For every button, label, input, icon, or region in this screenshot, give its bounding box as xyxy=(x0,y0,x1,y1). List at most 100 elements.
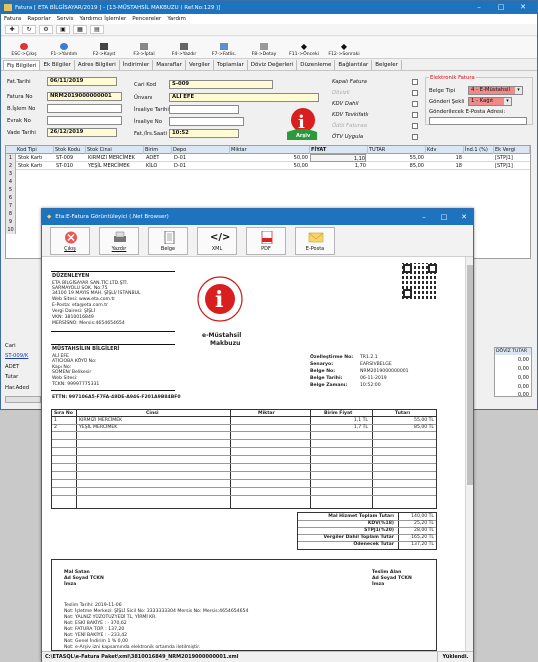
toolbar-help-button[interactable]: F1->Yardım xyxy=(44,37,84,59)
toolbar-save-button[interactable]: F2->Kayıt xyxy=(84,37,124,59)
close-icon[interactable]: ✕ xyxy=(456,211,472,224)
col-ind1[interactable]: İnd.1 (%) xyxy=(464,146,494,154)
menu-raporlar[interactable]: Raporlar xyxy=(27,16,50,22)
evrak-no-field[interactable] xyxy=(47,116,122,125)
scrollbar-thumb[interactable] xyxy=(467,265,473,485)
viewer-xml-button[interactable]: </> XML xyxy=(197,227,237,255)
row-number: 9 xyxy=(6,218,16,226)
menu-fatura[interactable]: Fatura xyxy=(4,16,21,22)
col-fiyat[interactable]: FİYAT xyxy=(310,146,368,154)
cari-label: Cari xyxy=(5,343,16,349)
meta-table: Özelleştirme No: TR1.2.1 Senaryo: EARSIVBE… xyxy=(310,355,409,388)
viewer-email-button[interactable]: E-Posta xyxy=(295,227,335,255)
maximize-icon[interactable]: □ xyxy=(436,211,452,224)
col-tutar[interactable]: TUTAR xyxy=(368,146,426,154)
buyer-line: SOMEN/ Belikesir xyxy=(52,370,92,375)
check-kapali-fatura[interactable] xyxy=(412,79,418,85)
quick-refresh-icon[interactable]: ↻ xyxy=(22,25,36,34)
quick-save-icon[interactable]: ▣ xyxy=(56,25,70,34)
table-row[interactable]: 1 Stok Kartı ST-009 KIRMIZI MERCİMEK ADE… xyxy=(6,154,530,162)
efatura-viewer-window: ◆ Eta:E-Fatura Görüntüleyici (.Net Brows… xyxy=(41,208,474,662)
maximize-icon[interactable]: □ xyxy=(493,1,509,14)
col-ek-vergi[interactable]: Ek Vergi xyxy=(494,146,530,154)
menu-yardimci[interactable]: Yardımcı İşlemler xyxy=(79,16,126,22)
toolbar-prev-button[interactable]: ◆ F11->Önceki xyxy=(284,37,324,59)
viewer-exit-button[interactable]: Çıkış xyxy=(50,227,90,255)
eposta-field[interactable] xyxy=(429,117,527,125)
viewer-belge-button[interactable]: Belge xyxy=(148,227,188,255)
tab-belgeler[interactable]: Belgeler xyxy=(372,60,402,70)
tab-adres-bilgileri[interactable]: Adres Bilgileri xyxy=(75,60,120,70)
tab-indirimler[interactable]: İndirimler xyxy=(120,60,154,70)
toolbar-cancel-button[interactable]: F3->İptal xyxy=(124,37,164,59)
viewer-print-button[interactable]: Yazdır xyxy=(99,227,139,255)
col-stok-cinsi[interactable]: Stok Cinsi xyxy=(86,146,144,154)
toolbar-print-button[interactable]: F4->Yazdır xyxy=(164,37,204,59)
tab-fis-bilgileri[interactable]: Fiş Bilgileri xyxy=(3,60,41,70)
check-dovizli[interactable] xyxy=(412,90,418,96)
quick-new-icon[interactable]: ✚ xyxy=(5,25,19,34)
menu-pencereler[interactable]: Pencereler xyxy=(132,16,161,22)
col-kod-tipi[interactable]: Kod Tipi xyxy=(16,146,54,154)
document-icon xyxy=(161,230,177,245)
toolbar-next-button[interactable]: ◆ F12->Sonraki xyxy=(324,37,364,59)
check-kdv-tevkifatli[interactable] xyxy=(412,112,418,118)
irsaliye-no-field[interactable] xyxy=(169,117,244,126)
tab-masraflar[interactable]: Masraflar xyxy=(153,60,186,70)
menu-yardim[interactable]: Yardım xyxy=(167,16,186,22)
th-birim-fiyat: Birim Fiyat xyxy=(324,411,353,416)
tab-vergiler[interactable]: Vergiler xyxy=(186,60,215,70)
minimize-icon[interactable]: – xyxy=(416,211,432,224)
doviz-totals-panel: DÖVİZ TUTAR 0,00 0,00 0,00 0,00 0,00 xyxy=(494,347,532,398)
unvani-field[interactable]: ALİ EFE xyxy=(169,93,319,102)
main-toolbar: ESC->Çıkış F1->Yardım F2->Kayıt F3->İpta… xyxy=(1,37,537,59)
viewer-toolbar: Çıkış Yazdır Belge </> XML PDF E-Posta xyxy=(42,225,473,257)
col-birim[interactable]: Birim xyxy=(144,146,172,154)
cari-kod-field[interactable]: S-009 xyxy=(169,80,273,89)
viewer-pdf-button[interactable]: PDF xyxy=(246,227,286,255)
fatura-no-label: Fatura No xyxy=(7,94,33,100)
vade-tarihi-field[interactable]: 26/12/2019 xyxy=(47,128,117,137)
toolbar-detail-button[interactable]: F8->Detay xyxy=(244,37,284,59)
fatura-no-field[interactable]: NRM2019000000001 xyxy=(47,92,122,101)
document-scrollbar[interactable] xyxy=(465,257,473,651)
document-view[interactable]: DÜZENLEYEN ETA BİLGİSAYAR SAN.TİC.LTD.ŞT… xyxy=(42,257,473,651)
tab-toplamlar[interactable]: Toplamlar xyxy=(214,60,248,70)
quick-grid-icon[interactable]: ▤ xyxy=(90,25,104,34)
check-kdv-dahil[interactable] xyxy=(412,101,418,107)
fat-irs-saati-field[interactable]: 10:52 xyxy=(169,129,239,138)
options-panel: Kapalı Fatura Dövizli KDV Dahil KDV Tevk… xyxy=(328,77,422,143)
irsaliye-tarihi-field[interactable] xyxy=(169,105,239,114)
gonderi-sekli-select[interactable]: 1 - Kağıt ▾ xyxy=(468,97,512,106)
tab-baglantilar[interactable]: Bağlantılar xyxy=(335,60,373,70)
seller-title: DÜZENLEYEN xyxy=(52,273,90,279)
col-stok-kodu[interactable]: Stok Kodu xyxy=(54,146,86,154)
th-cinsi: Cinsi xyxy=(146,411,159,416)
col-kdv[interactable]: Kdv xyxy=(426,146,464,154)
tab-ek-bilgiler[interactable]: Ek Bilgiler xyxy=(40,60,75,70)
quick-calc-icon[interactable]: ▦ xyxy=(73,25,87,34)
col-miktar[interactable]: Miktar xyxy=(230,146,310,154)
tab-duzenleme[interactable]: Düzenleme xyxy=(297,60,336,70)
tab-doviz-degerleri[interactable]: Döviz Değerleri xyxy=(248,60,298,70)
row-number: 5 xyxy=(6,186,16,194)
col-depo[interactable]: Depo xyxy=(172,146,230,154)
b-islem-no-field[interactable] xyxy=(47,104,122,113)
toolbar-esc-button[interactable]: ESC->Çıkış xyxy=(4,37,44,59)
minimize-icon[interactable]: – xyxy=(471,1,487,14)
quick-tools-icon[interactable]: ⚙ xyxy=(39,25,53,34)
chevron-down-icon: ▾ xyxy=(504,98,511,105)
table-row[interactable]: 2 Stok Kartı ST-010 YEŞİL MERCİMEK KİLO … xyxy=(6,162,530,170)
close-icon[interactable]: ✕ xyxy=(515,1,531,14)
belge-tipi-select[interactable]: 4 - E-Müstahsil ▾ xyxy=(468,86,523,95)
horizontal-scrollbar[interactable] xyxy=(5,396,41,403)
check-otv-uygula[interactable] xyxy=(412,134,418,140)
menu-servis[interactable]: Servis xyxy=(57,16,74,22)
svg-text:i: i xyxy=(215,287,223,313)
b-islem-no-label: B.İşlem No xyxy=(7,106,36,112)
fat-tarihi-field[interactable]: 06/11/2019 xyxy=(47,77,117,86)
cari-code-link[interactable]: ST-009/K xyxy=(5,353,28,359)
toolbar-list-button[interactable]: F7->Fatlis. xyxy=(204,37,244,59)
grid-header: Kod Tipi Stok Kodu Stok Cinsi Birim Depo… xyxy=(6,146,530,154)
check-odul-faturasi[interactable] xyxy=(412,123,418,129)
